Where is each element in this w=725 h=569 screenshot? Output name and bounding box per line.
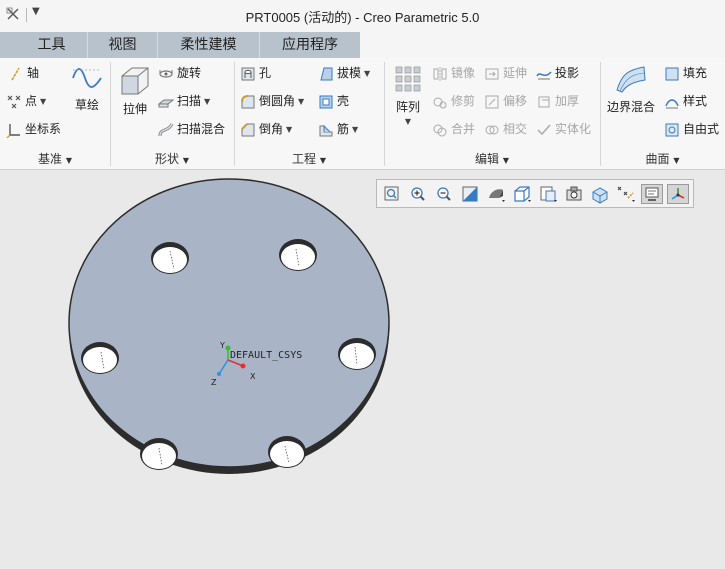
csys-x-label: X [250, 372, 256, 381]
boundary-blend-icon [616, 66, 646, 93]
rib-button[interactable]: 筋 ▼ [318, 120, 358, 138]
pattern-dropdown-icon[interactable]: ▼ [390, 117, 426, 126]
extrude-button[interactable]: 拉伸 [116, 64, 154, 117]
shell-button[interactable]: 壳 [318, 92, 349, 110]
disk-top-face[interactable] [68, 178, 390, 468]
hole-button[interactable]: 孔 [240, 64, 271, 82]
chamfer-icon [241, 122, 255, 136]
solidify-icon [537, 124, 551, 135]
pattern-icon [395, 66, 421, 92]
hole[interactable] [279, 239, 317, 271]
thicken-button[interactable]: 加厚 [536, 92, 579, 110]
revolve-button[interactable]: 旋转 [158, 64, 201, 82]
mirror-icon [433, 66, 447, 81]
graphics-window[interactable]: DEFAULT_CSYS Y X Z [0, 171, 725, 569]
csys-y-label: Y [219, 341, 225, 350]
intersect-button[interactable]: 相交 [484, 120, 527, 138]
tab-tools[interactable]: 工具 [16, 32, 88, 58]
extend-icon [485, 68, 499, 79]
axis-button[interactable]: 轴 [8, 64, 39, 82]
thicken-icon [538, 96, 550, 107]
project-icon [536, 70, 552, 79]
trim-icon [433, 97, 447, 108]
csys-label: DEFAULT_CSYS [230, 350, 302, 361]
rib-dropdown-icon[interactable]: ▼ [352, 125, 358, 134]
fill-button[interactable]: 填充 [664, 64, 707, 82]
project-button[interactable]: 投影 [536, 64, 579, 82]
csys-z-label: Z [211, 378, 217, 387]
round-dropdown-icon[interactable]: ▼ [298, 97, 304, 106]
merge-button[interactable]: 合并 [432, 120, 475, 138]
round-icon [241, 94, 255, 108]
solidify-button[interactable]: 实体化 [536, 120, 591, 138]
sweep-dropdown-icon[interactable]: ▼ [204, 97, 210, 106]
part-model[interactable]: DEFAULT_CSYS Y X Z [0, 171, 725, 569]
editing-group-label[interactable]: 编辑 ▼ [384, 150, 600, 167]
ribbon-tabs: 工具 视图 柔性建模 应用程序 [0, 32, 725, 58]
draft-icon [320, 67, 333, 80]
csys-z-marker [217, 372, 221, 376]
tab-applications[interactable]: 应用程序 [260, 32, 360, 58]
freestyle-icon [665, 123, 679, 136]
mirror-button[interactable]: 镜像 [432, 64, 475, 82]
point-button[interactable]: 点 ▼ [6, 92, 46, 110]
draft-dropdown-icon[interactable]: ▼ [364, 69, 370, 78]
title-bar: ▼ PRT0005 (活动的) - Creo Parametric 5.0 [0, 0, 725, 32]
pattern-button[interactable]: 阵列 ▼ [390, 64, 426, 126]
window-title: PRT0005 (活动的) - Creo Parametric 5.0 [245, 10, 480, 25]
offset-button[interactable]: 偏移 [484, 92, 527, 110]
rib-icon [319, 124, 333, 136]
hole[interactable] [151, 242, 189, 274]
extrude-icon [121, 67, 149, 95]
surfaces-group-label[interactable]: 曲面 ▼ [600, 150, 725, 167]
shell-icon [319, 95, 333, 108]
sketch-button[interactable]: 草绘 [70, 64, 104, 113]
csys-x-marker [240, 363, 246, 369]
tab-flexible-modeling[interactable]: 柔性建模 [158, 32, 260, 58]
ribbon: 轴 点 ▼ 坐标系 草绘 基准 ▼ 拉伸 旋转 扫描 ▼ 扫描混合 形状 ▼ 孔 拔… [0, 58, 725, 170]
coordinate-system-icon [6, 123, 20, 138]
style-icon [665, 98, 679, 108]
chamfer-dropdown-icon[interactable]: ▼ [286, 125, 292, 134]
datum-group-label[interactable]: 基准 ▼ [0, 150, 110, 167]
tab-view[interactable]: 视图 [88, 32, 158, 58]
hole[interactable] [81, 342, 119, 374]
hole[interactable] [140, 438, 178, 470]
swept-blend-icon [158, 122, 174, 136]
extend-button[interactable]: 延伸 [484, 64, 527, 82]
intersect-icon [485, 125, 499, 134]
sweep-button[interactable]: 扫描 ▼ [158, 92, 210, 110]
sketch-icon [72, 68, 102, 88]
hole[interactable] [268, 436, 306, 468]
hole-icon [241, 67, 255, 80]
point-dropdown-icon[interactable]: ▼ [40, 97, 46, 106]
point-icon [7, 95, 21, 108]
hole[interactable] [338, 338, 376, 370]
sweep-icon [158, 99, 174, 107]
offset-icon [485, 95, 499, 108]
trim-button[interactable]: 修剪 [432, 92, 475, 110]
engineering-group-label[interactable]: 工程 ▼ [234, 150, 384, 167]
merge-icon [433, 124, 447, 136]
shapes-group-label[interactable]: 形状 ▼ [110, 150, 234, 167]
freestyle-button[interactable]: 自由式 [664, 120, 719, 138]
csys-button[interactable]: 坐标系 [6, 120, 61, 138]
axis-icon [11, 67, 20, 80]
swept-blend-button[interactable]: 扫描混合 [158, 120, 225, 138]
style-button[interactable]: 样式 [664, 92, 707, 110]
chamfer-button[interactable]: 倒角 ▼ [240, 120, 292, 138]
boundary-blend-button[interactable]: 边界混合 [604, 64, 658, 115]
fill-icon [665, 67, 679, 80]
revolve-icon [159, 69, 173, 78]
draft-button[interactable]: 拔模 ▼ [318, 64, 370, 82]
round-button[interactable]: 倒圆角 ▼ [240, 92, 304, 110]
